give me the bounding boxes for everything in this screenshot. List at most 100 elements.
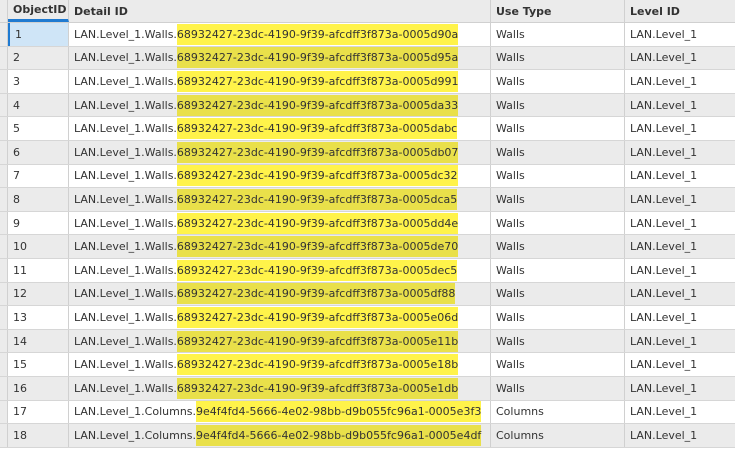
table-row[interactable]: 7 LAN.Level_1.Walls. 68932427-23dc-4190-9f…	[0, 164, 735, 189]
table-row[interactable]: 12 LAN.Level_1.Walls. 68932427-23dc-4190-9…	[0, 282, 735, 307]
cell-detail-id[interactable]: LAN.Level_1.Walls. 68932427-23dc-4190-9f3…	[69, 306, 491, 329]
cell-objectid[interactable]: 18	[8, 424, 69, 447]
row-selector[interactable]	[0, 376, 8, 400]
row-selector[interactable]	[0, 93, 8, 117]
cell-objectid[interactable]: 5	[8, 117, 69, 140]
table-row[interactable]: 1 LAN.Level_1.Walls. 68932427-23dc-4190-9f…	[0, 23, 735, 47]
cell-objectid[interactable]: 3	[8, 70, 69, 93]
cell-use-type[interactable]: Walls	[491, 117, 625, 140]
row-selector[interactable]	[0, 306, 8, 329]
cell-objectid[interactable]: 15	[8, 353, 69, 376]
select-all-corner[interactable]	[0, 0, 8, 22]
cell-detail-id[interactable]: LAN.Level_1.Walls. 68932427-23dc-4190-9f3…	[69, 329, 491, 353]
cell-detail-id[interactable]: LAN.Level_1.Walls. 68932427-23dc-4190-9f3…	[69, 46, 491, 70]
table-row[interactable]: 17 LAN.Level_1.Columns. 9e4f4fd4-5666-4e02…	[0, 400, 735, 425]
cell-use-type[interactable]: Walls	[491, 140, 625, 164]
cell-use-type[interactable]: Walls	[491, 282, 625, 306]
row-selector[interactable]	[0, 46, 8, 70]
table-row[interactable]: 8 LAN.Level_1.Walls. 68932427-23dc-4190-9f…	[0, 188, 735, 212]
cell-level-id[interactable]: LAN.Level_1	[625, 377, 735, 400]
cell-level-id[interactable]: LAN.Level_1	[625, 283, 735, 306]
cell-detail-id[interactable]: LAN.Level_1.Walls. 68932427-23dc-4190-9f3…	[69, 258, 491, 282]
cell-use-type[interactable]: Walls	[491, 70, 625, 93]
cell-detail-id[interactable]: LAN.Level_1.Walls. 68932427-23dc-4190-9f3…	[69, 188, 491, 211]
cell-level-id[interactable]: LAN.Level_1	[625, 330, 735, 353]
cell-detail-id[interactable]: LAN.Level_1.Walls. 68932427-23dc-4190-9f3…	[69, 140, 491, 164]
cell-objectid[interactable]: 10	[8, 235, 69, 258]
cell-use-type[interactable]: Walls	[491, 306, 625, 329]
cell-use-type[interactable]: Walls	[491, 258, 625, 282]
table-row[interactable]: 18 LAN.Level_1.Columns. 9e4f4fd4-5666-4e02…	[0, 424, 735, 448]
cell-objectid[interactable]: 12	[8, 282, 69, 306]
cell-level-id[interactable]: LAN.Level_1	[625, 353, 735, 376]
cell-use-type[interactable]: Walls	[491, 23, 625, 46]
table-row[interactable]: 2 LAN.Level_1.Walls. 68932427-23dc-4190-9f…	[0, 46, 735, 71]
row-selector[interactable]	[0, 400, 8, 424]
cell-objectid[interactable]: 16	[8, 376, 69, 400]
cell-detail-id[interactable]: LAN.Level_1.Walls. 68932427-23dc-4190-9f3…	[69, 70, 491, 93]
cell-level-id[interactable]: LAN.Level_1	[625, 259, 735, 282]
cell-use-type[interactable]: Walls	[491, 329, 625, 353]
cell-level-id[interactable]: LAN.Level_1	[625, 165, 735, 188]
cell-level-id[interactable]: LAN.Level_1	[625, 235, 735, 258]
row-selector[interactable]	[0, 23, 8, 46]
cell-detail-id[interactable]: LAN.Level_1.Columns. 9e4f4fd4-5666-4e02-9…	[69, 424, 491, 447]
cell-use-type[interactable]: Walls	[491, 235, 625, 258]
cell-use-type[interactable]: Walls	[491, 164, 625, 188]
cell-objectid[interactable]: 2	[8, 46, 69, 70]
cell-objectid[interactable]: 9	[8, 211, 69, 235]
cell-objectid[interactable]: 17	[8, 400, 69, 424]
cell-use-type[interactable]: Walls	[491, 376, 625, 400]
cell-objectid[interactable]: 8	[8, 188, 69, 211]
cell-objectid[interactable]: 4	[8, 93, 69, 117]
cell-use-type[interactable]: Walls	[491, 46, 625, 70]
cell-use-type[interactable]: Walls	[491, 188, 625, 211]
cell-objectid[interactable]: 13	[8, 306, 69, 329]
cell-level-id[interactable]: LAN.Level_1	[625, 47, 735, 70]
cell-level-id[interactable]: LAN.Level_1	[625, 212, 735, 235]
table-row[interactable]: 15 LAN.Level_1.Walls. 68932427-23dc-4190-9…	[0, 353, 735, 377]
cell-level-id[interactable]: LAN.Level_1	[625, 306, 735, 329]
row-selector[interactable]	[0, 211, 8, 235]
cell-detail-id[interactable]: LAN.Level_1.Walls. 68932427-23dc-4190-9f3…	[69, 376, 491, 400]
cell-objectid[interactable]: 11	[8, 258, 69, 282]
row-selector[interactable]	[0, 282, 8, 306]
cell-detail-id[interactable]: LAN.Level_1.Walls. 68932427-23dc-4190-9f3…	[69, 117, 491, 140]
table-row[interactable]: 3 LAN.Level_1.Walls. 68932427-23dc-4190-9f…	[0, 70, 735, 94]
cell-objectid[interactable]: 14	[8, 329, 69, 353]
column-header-use-type[interactable]: Use Type	[491, 0, 625, 22]
cell-detail-id[interactable]: LAN.Level_1.Walls. 68932427-23dc-4190-9f3…	[69, 93, 491, 117]
cell-objectid[interactable]: 6	[8, 140, 69, 164]
cell-level-id[interactable]: LAN.Level_1	[625, 141, 735, 164]
cell-level-id[interactable]: LAN.Level_1	[625, 70, 735, 93]
cell-level-id[interactable]: LAN.Level_1	[625, 188, 735, 211]
row-selector[interactable]	[0, 140, 8, 164]
cell-detail-id[interactable]: LAN.Level_1.Walls. 68932427-23dc-4190-9f3…	[69, 23, 491, 46]
cell-detail-id[interactable]: LAN.Level_1.Columns. 9e4f4fd4-5666-4e02-9…	[69, 400, 491, 424]
table-row[interactable]: 11 LAN.Level_1.Walls. 68932427-23dc-4190-9…	[0, 258, 735, 283]
cell-objectid[interactable]: 7	[8, 164, 69, 188]
row-selector[interactable]	[0, 70, 8, 93]
row-selector[interactable]	[0, 353, 8, 376]
cell-use-type[interactable]: Walls	[491, 211, 625, 235]
cell-use-type[interactable]: Walls	[491, 353, 625, 376]
row-selector[interactable]	[0, 117, 8, 140]
table-row[interactable]: 4 LAN.Level_1.Walls. 68932427-23dc-4190-9f…	[0, 93, 735, 118]
row-selector[interactable]	[0, 188, 8, 211]
cell-level-id[interactable]: LAN.Level_1	[625, 23, 735, 46]
cell-level-id[interactable]: LAN.Level_1	[625, 94, 735, 117]
cell-detail-id[interactable]: LAN.Level_1.Walls. 68932427-23dc-4190-9f3…	[69, 164, 491, 188]
table-row[interactable]: 10 LAN.Level_1.Walls. 68932427-23dc-4190-9…	[0, 235, 735, 259]
row-selector[interactable]	[0, 235, 8, 258]
row-selector[interactable]	[0, 329, 8, 353]
table-row[interactable]: 9 LAN.Level_1.Walls. 68932427-23dc-4190-9f…	[0, 211, 735, 236]
cell-detail-id[interactable]: LAN.Level_1.Walls. 68932427-23dc-4190-9f3…	[69, 235, 491, 258]
cell-detail-id[interactable]: LAN.Level_1.Walls. 68932427-23dc-4190-9f3…	[69, 353, 491, 376]
table-row[interactable]: 13 LAN.Level_1.Walls. 68932427-23dc-4190-9…	[0, 306, 735, 330]
column-header-objectid[interactable]: ObjectID *	[8, 0, 69, 22]
cell-level-id[interactable]: LAN.Level_1	[625, 424, 735, 447]
cell-detail-id[interactable]: LAN.Level_1.Walls. 68932427-23dc-4190-9f3…	[69, 211, 491, 235]
table-row[interactable]: 6 LAN.Level_1.Walls. 68932427-23dc-4190-9f…	[0, 140, 735, 165]
cell-use-type[interactable]: Columns	[491, 424, 625, 447]
cell-objectid[interactable]: 1	[8, 23, 69, 46]
